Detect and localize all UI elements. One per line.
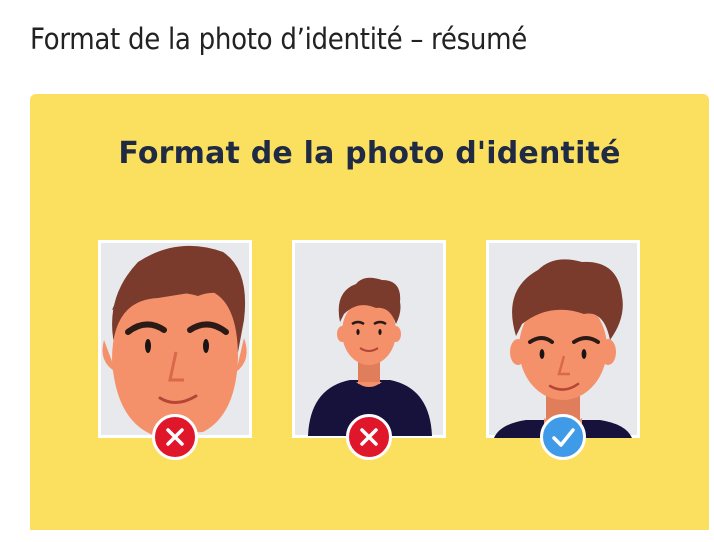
cross-icon — [166, 428, 184, 446]
infographic-bottom-edge — [30, 530, 709, 542]
face-too-close-illustration — [98, 240, 252, 438]
infographic-title: Format de la photo d'identité — [118, 136, 621, 171]
incorrect-badge — [152, 414, 198, 460]
id-photo-infographic: Format de la photo d'identité — [30, 94, 709, 530]
incorrect-badge — [346, 414, 392, 460]
photo-too-far — [292, 240, 446, 460]
face-too-far-illustration — [292, 240, 446, 438]
photo-too-close — [98, 240, 252, 460]
cross-icon — [360, 428, 378, 446]
correct-badge — [540, 414, 586, 460]
check-icon — [552, 428, 575, 447]
face-correct-illustration — [486, 240, 640, 438]
page-title: Format de la photo d’identité – résumé — [30, 22, 527, 56]
photo-correct — [486, 240, 640, 460]
